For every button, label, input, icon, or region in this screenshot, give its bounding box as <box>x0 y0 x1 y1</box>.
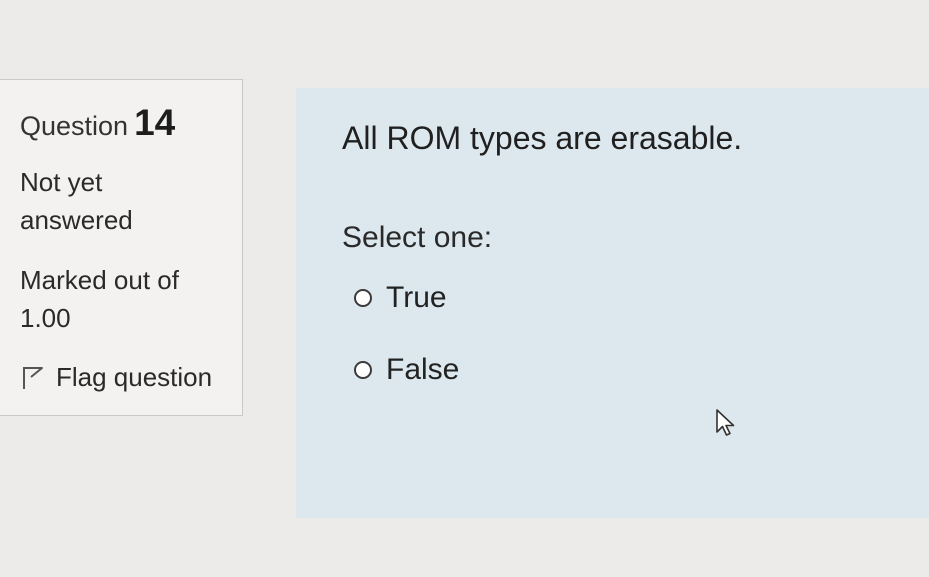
mouse-pointer-icon <box>716 409 735 436</box>
answer-option-label: False <box>386 353 460 386</box>
flag-question-label: Flag question <box>56 362 213 392</box>
flag-icon <box>23 366 43 389</box>
question-grade: Marked out of 1.00 <box>20 265 179 333</box>
question-info-panel: Question 14 Not yet answered Marked out o… <box>0 79 243 416</box>
radio-true[interactable] <box>354 289 372 307</box>
question-content-panel: All ROM types are erasable. Select one: … <box>296 88 929 518</box>
answer-prompt: Select one: <box>342 221 493 254</box>
question-number: 14 <box>134 102 176 143</box>
answer-option-false[interactable]: False <box>354 353 459 387</box>
question-label: Question <box>20 111 129 141</box>
flag-question-button[interactable]: Flag question <box>20 362 212 393</box>
answer-option-true[interactable]: True <box>354 281 447 315</box>
question-title: Question 14 <box>20 102 175 144</box>
question-text: All ROM types are erasable. <box>342 120 743 156</box>
question-state: Not yet answered <box>20 167 133 235</box>
radio-false[interactable] <box>354 361 372 379</box>
answer-option-label: True <box>386 281 447 314</box>
